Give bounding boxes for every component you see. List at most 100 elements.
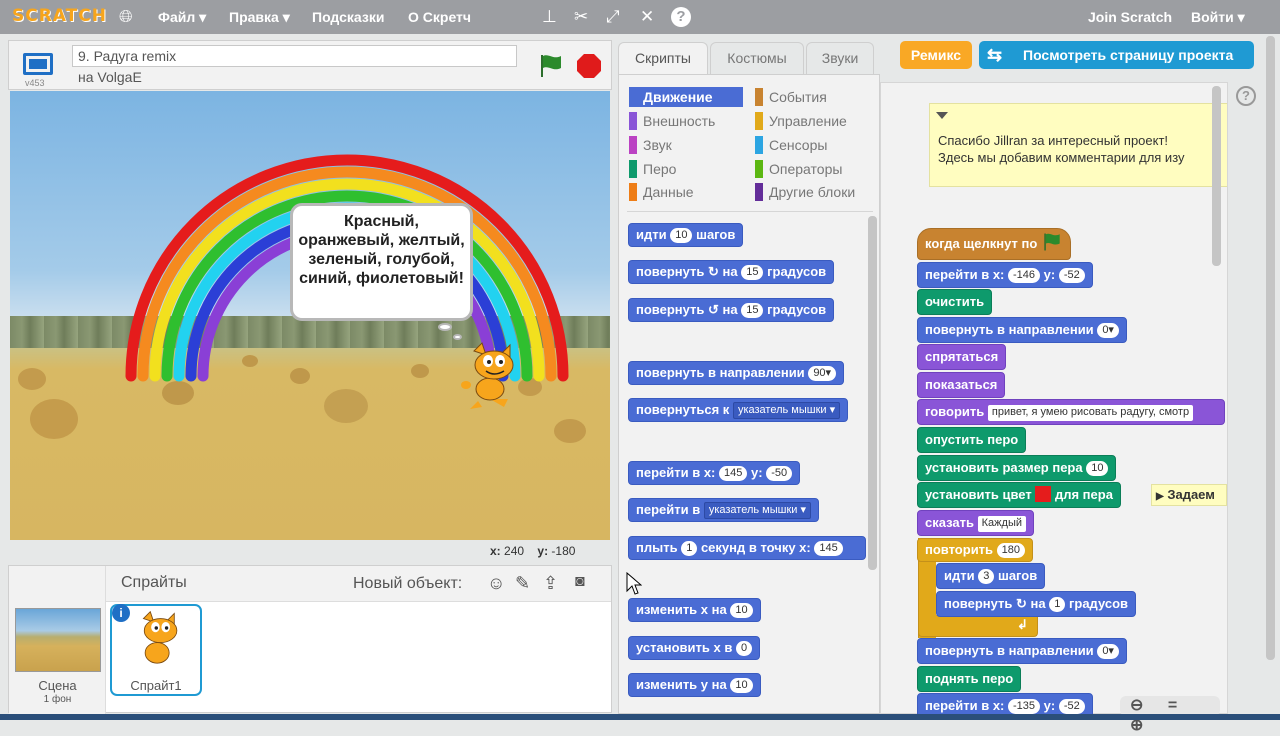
category-sound[interactable]: Звук <box>629 135 743 155</box>
mouse-coordinates: x: 240 y: -180 <box>490 544 575 558</box>
script-pen-down[interactable]: опустить перо <box>917 427 1027 453</box>
block-turn-right[interactable]: повернуть ↻ на 15 градусов <box>628 260 835 284</box>
repeat-block-bottom: ↲ <box>918 615 1038 637</box>
script-move-steps[interactable]: идти 3 шагов <box>936 563 1046 589</box>
script-comment[interactable]: Спасибо Jillran за интересный проект! Зд… <box>929 103 1227 187</box>
green-flag-icon[interactable] <box>537 53 565 79</box>
presentation-mode-button[interactable] <box>23 53 53 75</box>
block-move-steps[interactable]: идти 10 шагов <box>628 223 744 247</box>
speech-bubble-text: Красный, оранжевый, желтый, зеленый, гол… <box>298 213 465 287</box>
join-scratch-link[interactable]: Join Scratch <box>1088 9 1172 25</box>
x-label: x: <box>490 544 501 558</box>
grow-icon[interactable]: ⤢ <box>606 8 620 25</box>
comment-line-2: Здесь мы добавим комментарии для изу <box>938 150 1185 165</box>
globe-icon[interactable]: 🌐︎ <box>119 8 133 25</box>
script-repeat[interactable]: повторить 180 <box>917 538 1034 562</box>
green-flag-icon <box>1044 233 1060 251</box>
menu-edit[interactable]: Правка ▾ <box>229 9 290 26</box>
block-turn-left[interactable]: повернуть ↺ на 15 градусов <box>628 298 835 322</box>
camera-icon[interactable]: ◙ <box>575 573 585 591</box>
script-clear[interactable]: очистить <box>917 289 993 315</box>
category-sensing[interactable]: Сенсоры <box>755 135 875 155</box>
script-go-to-xy[interactable]: перейти в x: -146 y: -52 <box>917 262 1093 288</box>
see-project-page-button[interactable]: ⇆ Посмотреть страницу проекта <box>979 41 1254 69</box>
expand-arrow-icon: ▶ <box>1156 491 1164 502</box>
category-control[interactable]: Управление <box>755 111 875 131</box>
block-point-direction[interactable]: повернуть в направлении 90▾ <box>628 361 845 385</box>
pen-color-swatch[interactable] <box>1035 486 1052 502</box>
block-set-x[interactable]: установить х в 0 <box>628 636 761 660</box>
stage[interactable]: Красный, оранжевый, желтый, зеленый, гол… <box>10 91 610 540</box>
info-icon[interactable]: i <box>112 604 130 622</box>
help-icon[interactable]: ? <box>1236 86 1256 106</box>
script-turn-right[interactable]: повернуть ↻ на 1 градусов <box>936 591 1137 617</box>
palette-divider <box>627 211 873 212</box>
stamp-icon[interactable]: ⊥ <box>542 8 557 25</box>
block-point-towards[interactable]: повернуться к указатель мышки ▾ <box>628 398 849 422</box>
block-go-to-xy[interactable]: перейти в x: 145 y: -50 <box>628 461 801 485</box>
upload-sprite-icon[interactable]: ⇪ <box>543 573 558 594</box>
block-change-x[interactable]: изменить х на 10 <box>628 598 761 622</box>
script-point-direction[interactable]: повернуть в направлении 0▾ <box>917 317 1127 343</box>
comment-line-1: Спасибо Jillran за интересный проект! <box>938 133 1169 148</box>
script-say[interactable]: говорить привет, я умею рисовать радугу,… <box>917 399 1225 425</box>
sprite-thumbnail-cat <box>142 610 178 664</box>
stop-icon[interactable] <box>576 53 602 79</box>
remix-button[interactable]: Ремикс <box>900 41 972 69</box>
paint-sprite-icon[interactable]: ✎ <box>515 573 530 594</box>
block-glide[interactable]: плыть 1 секунд в точку x: 145 <box>628 536 866 560</box>
menu-about[interactable]: О Скретч <box>408 9 471 25</box>
collapsed-comment[interactable]: ▶ Задаем <box>1151 484 1227 506</box>
tab-scripts[interactable]: Скрипты <box>618 42 708 74</box>
x-value: 240 <box>504 544 525 558</box>
zoom-controls[interactable]: ⊖ = ⊕ <box>1120 696 1220 734</box>
tab-costumes[interactable]: Костюмы <box>710 42 804 74</box>
scene-panel: Сцена 1 фон <box>9 566 106 714</box>
script-pen-up[interactable]: поднять перо <box>917 666 1022 692</box>
category-looks[interactable]: Внешность <box>629 111 743 131</box>
shrink-icon[interactable]: ✕ <box>640 8 654 25</box>
block-change-y[interactable]: изменить у на 10 <box>628 673 761 697</box>
category-more-blocks-label: Другие блоки <box>769 184 856 200</box>
script-hide[interactable]: спрятаться <box>917 344 1007 370</box>
script-say-short[interactable]: сказать Каждый <box>917 510 1034 536</box>
cat-sprite[interactable] <box>460 341 522 411</box>
palette-scrollbar[interactable] <box>868 216 877 570</box>
scratch-logo[interactable]: SCRATCH <box>12 6 107 26</box>
choose-sprite-icon[interactable]: ☺ <box>487 573 505 594</box>
script-show[interactable]: показаться <box>917 372 1006 398</box>
category-pen[interactable]: Перо <box>629 159 743 179</box>
script-area[interactable]: Спасибо Jillran за интересный проект! Зд… <box>880 82 1228 714</box>
category-operators[interactable]: Операторы <box>755 159 875 179</box>
menu-file[interactable]: Файл ▾ <box>158 9 206 26</box>
project-author: на VolgaE <box>78 69 142 85</box>
hat-when-flag-clicked[interactable]: когда щелкнут по <box>917 228 1071 260</box>
category-motion[interactable]: Движение <box>629 87 743 107</box>
login-menu[interactable]: Войти ▾ <box>1191 9 1245 26</box>
menu-tips[interactable]: Подсказки <box>312 9 384 25</box>
page-scrollbar[interactable] <box>1266 36 1275 660</box>
category-events-label: События <box>769 89 827 105</box>
script-set-pen-size[interactable]: установить размер пера 10 <box>917 455 1117 481</box>
stage-header: v453 9. Радуга remix на VolgaE <box>8 40 612 90</box>
repeat-arrow-icon: ↲ <box>1017 617 1028 632</box>
category-more-blocks[interactable]: Другие блоки <box>755 182 875 202</box>
help-icon[interactable]: ? <box>671 7 691 27</box>
y-value: -180 <box>551 544 576 558</box>
sprite-card[interactable]: i Спрайт1 <box>110 604 202 696</box>
script-point-direction-2[interactable]: повернуть в направлении 0▾ <box>917 638 1127 664</box>
cut-icon[interactable]: ✂ <box>574 8 588 25</box>
category-events[interactable]: События <box>755 87 875 107</box>
scene-backdrop-count: 1 фон <box>43 694 72 705</box>
window-bottom-edge <box>0 714 1280 720</box>
sprites-pane: Сцена 1 фон Спрайты Новый объект: ☺ ✎ ⇪ … <box>8 565 612 714</box>
script-set-pen-color[interactable]: установить цвет для пера <box>917 482 1121 508</box>
project-title-field[interactable]: 9. Радуга remix <box>72 45 517 67</box>
scene-thumbnail[interactable] <box>15 608 101 672</box>
tab-sounds[interactable]: Звуки <box>806 42 874 74</box>
category-data[interactable]: Данные <box>629 182 743 202</box>
script-scrollbar[interactable] <box>1212 86 1221 266</box>
mouse-cursor-icon <box>626 572 642 595</box>
block-go-to[interactable]: перейти в указатель мышки ▾ <box>628 498 820 522</box>
new-object-label: Новый объект: <box>353 575 463 592</box>
